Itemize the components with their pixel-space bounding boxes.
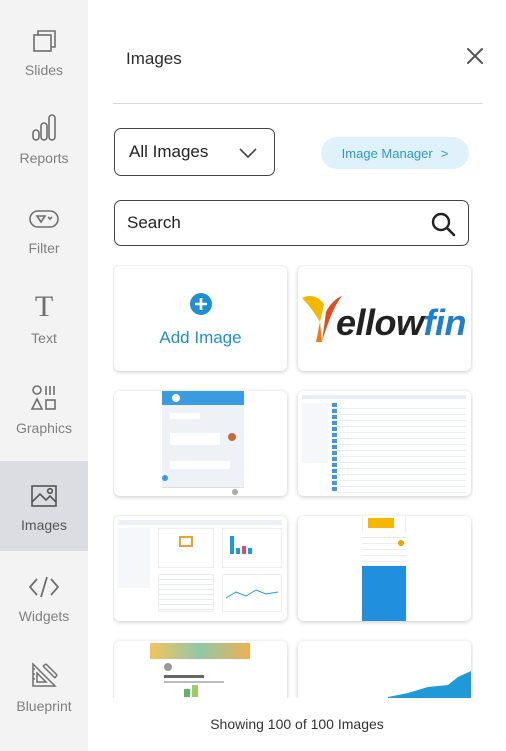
text-icon: T — [34, 290, 54, 323]
article-screenshot — [114, 641, 287, 698]
image-thumbnail-mobile-menu-screenshot[interactable] — [298, 516, 471, 621]
filter-icon — [28, 198, 60, 232]
image-thumbnail-article-screenshot[interactable] — [114, 641, 287, 698]
rail-item-graphics[interactable]: Graphics — [0, 378, 88, 450]
yellowfin-logo-wordmark: ellowfin — [336, 302, 467, 343]
list-screenshot — [298, 391, 471, 496]
rail-item-widgets[interactable]: Widgets — [0, 566, 88, 638]
images-icon — [29, 475, 59, 509]
add-image-label: Add Image — [159, 328, 242, 347]
close-button[interactable] — [463, 44, 487, 68]
rail-item-label: Images — [21, 517, 67, 533]
chevron-right-icon: > — [440, 145, 449, 161]
reports-icon — [29, 108, 59, 142]
search-input[interactable]: Search — [114, 200, 469, 246]
results-count: Showing 100 of 100 Images — [210, 716, 384, 732]
chevron-down-icon — [239, 148, 257, 159]
image-filter-select[interactable]: All Images — [114, 128, 275, 176]
image-thumbnail-yellowfin-logo[interactable]: ellowfin — [298, 266, 471, 371]
image-thumbnail-dashboard-screenshot[interactable] — [114, 516, 287, 621]
panel-title: Images — [126, 49, 182, 68]
plus-circle-icon — [190, 293, 212, 315]
rail-item-reports[interactable]: Reports — [0, 108, 88, 180]
rail-item-label: Blueprint — [16, 698, 72, 714]
graphics-icon — [29, 378, 59, 412]
dashboard-screenshot — [114, 516, 287, 621]
rail-item-images[interactable]: Images — [0, 461, 88, 551]
rail-item-slides[interactable]: Slides — [0, 20, 88, 92]
rail-item-text[interactable]: T Text — [0, 288, 88, 360]
left-rail: Slides Reports Filter T Text Graphics Im… — [0, 0, 88, 751]
image-manager-label: Image Manager — [341, 145, 433, 161]
image-thumbnail-list-screenshot[interactable] — [298, 391, 471, 496]
rail-item-label: Filter — [28, 240, 60, 256]
blueprint-icon — [29, 656, 59, 690]
header-divider — [113, 103, 483, 104]
image-thumbnail-chat-screenshot[interactable] — [114, 391, 287, 496]
add-image-card[interactable]: Add Image — [114, 266, 287, 371]
close-icon — [467, 48, 483, 64]
mini-line-chart — [226, 589, 278, 599]
rail-item-label: Reports — [19, 150, 69, 166]
images-panel: Images All Images Image Manager > Search… — [88, 0, 506, 751]
image-thumbnail-area-chart-screenshot[interactable] — [298, 641, 471, 698]
rail-item-label: Widgets — [18, 608, 70, 624]
image-manager-button[interactable]: Image Manager > — [321, 137, 469, 169]
search-icon[interactable] — [430, 211, 456, 237]
mobile-menu-screenshot — [298, 516, 471, 621]
rail-item-label: Slides — [24, 62, 64, 78]
chat-screenshot — [114, 391, 287, 496]
rail-item-label: Graphics — [15, 420, 73, 436]
rail-item-label: Text — [31, 330, 57, 346]
rail-item-blueprint[interactable]: Blueprint — [0, 656, 88, 728]
slides-icon — [30, 20, 58, 54]
image-grid: Add Image ellowfin — [113, 265, 473, 698]
search-placeholder: Search — [127, 213, 181, 232]
rail-item-filter[interactable]: Filter — [0, 198, 88, 270]
widgets-icon — [27, 566, 61, 600]
image-filter-value: All Images — [129, 142, 209, 161]
area-chart-graphic — [388, 671, 471, 698]
